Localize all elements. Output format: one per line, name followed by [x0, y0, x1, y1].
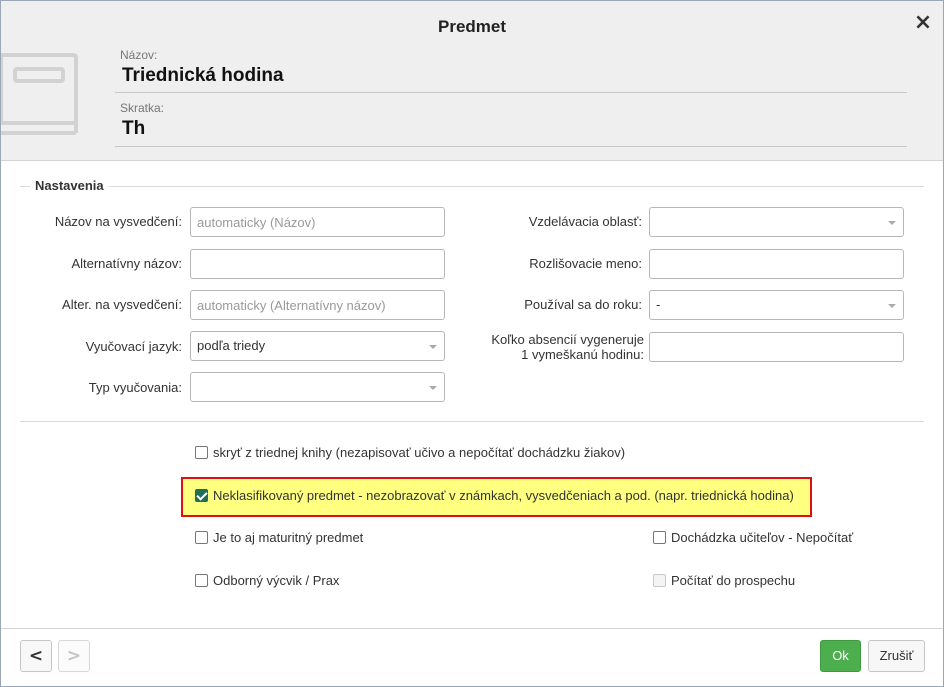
absences-label-line2: 1 vymeškanú hodinu: [521, 347, 644, 362]
alt-certificate-name-input[interactable] [190, 290, 445, 320]
vocational-training-checkbox[interactable] [195, 574, 208, 587]
next-button[interactable]: > [58, 640, 90, 672]
abbreviation-value[interactable]: Th [122, 118, 907, 140]
teacher-attendance-checkbox[interactable] [653, 531, 666, 544]
used-until-select[interactable]: - [649, 290, 904, 320]
chevron-down-icon [888, 221, 896, 225]
name-label: Názov: [120, 48, 158, 62]
absences-per-hour-label: Koľko absencií vygeneruje 1 vymeškanú ho… [451, 332, 644, 362]
vocational-training-option[interactable]: Odborný výcvik / Prax [195, 573, 339, 588]
name-field: Názov: Triednická hodina [115, 48, 907, 93]
unclassified-option[interactable]: Neklasifikovaný predmet - nezobrazovať v… [195, 488, 794, 503]
alt-certificate-name-label: Alter. na vysvedčení: [62, 297, 182, 312]
maturita-checkbox[interactable] [195, 531, 208, 544]
education-area-select[interactable] [649, 207, 904, 237]
distinguishing-name-input[interactable] [649, 249, 904, 279]
count-in-results-option: Počítať do prospechu [653, 573, 795, 588]
count-in-results-checkbox [653, 574, 666, 587]
options-divider [20, 421, 924, 422]
maturita-option[interactable]: Je to aj maturitný predmet [195, 530, 363, 545]
dialog-title: Predmet [437, 17, 507, 36]
abbreviation-label: Skratka: [120, 101, 165, 115]
unclassified-label: Neklasifikovaný predmet - nezobrazovať v… [213, 488, 794, 503]
subject-dialog: Predmet × Názov: Triednická hodina Skrat… [0, 0, 944, 687]
education-area-label: Vzdelávacia oblasť: [528, 214, 642, 229]
teacher-attendance-label: Dochádzka učiteľov - Nepočítať [671, 530, 854, 545]
vocational-training-label: Odborný výcvik / Prax [213, 573, 340, 588]
absences-label-line1: Koľko absencií vygeneruje [491, 332, 644, 347]
hide-from-class-book-label: skryť z triednej knihy (nezapisovať učiv… [213, 445, 626, 460]
alt-name-label: Alternatívny názov: [71, 256, 182, 271]
alt-name-input[interactable] [190, 249, 445, 279]
distinguishing-name-label: Rozlišovacie meno: [529, 256, 642, 271]
close-icon[interactable]: × [913, 12, 933, 34]
absences-per-hour-input[interactable] [649, 332, 904, 362]
certificate-name-input[interactable] [190, 207, 445, 237]
teaching-type-label: Typ vyučovania: [88, 380, 182, 395]
ok-button[interactable]: Ok [820, 640, 861, 672]
teaching-language-select[interactable]: podľa triedy [190, 331, 445, 361]
teacher-attendance-option[interactable]: Dochádzka učiteľov - Nepočítať [653, 530, 853, 545]
name-value[interactable]: Triednická hodina [122, 65, 907, 87]
teaching-type-select[interactable] [190, 372, 445, 402]
hide-from-class-book-option[interactable]: skryť z triednej knihy (nezapisovať učiv… [195, 445, 625, 460]
teaching-language-label: Vyučovací jazyk: [85, 339, 182, 354]
chevron-down-icon [888, 304, 896, 308]
previous-button[interactable]: < [20, 640, 52, 672]
cancel-button[interactable]: Zrušiť [868, 640, 925, 672]
maturita-label: Je to aj maturitný predmet [213, 530, 364, 545]
used-until-label: Používal sa do roku: [524, 297, 642, 312]
abbreviation-field: Skratka: Th [115, 101, 907, 147]
chevron-down-icon [429, 386, 437, 390]
footer-divider [1, 628, 943, 629]
hide-from-class-book-checkbox[interactable] [195, 446, 208, 459]
count-in-results-label: Počítať do prospechu [671, 573, 796, 588]
settings-legend: Nastavenia [30, 178, 109, 193]
certificate-name-label: Názov na vysvedčení: [54, 214, 182, 229]
dialog-header: Predmet × Názov: Triednická hodina Skrat… [1, 1, 943, 161]
used-until-value: - [656, 297, 661, 312]
settings-divider [20, 186, 924, 187]
book-icon [1, 53, 78, 135]
chevron-down-icon [429, 345, 437, 349]
teaching-language-value: podľa triedy [197, 338, 266, 353]
unclassified-checkbox[interactable] [195, 489, 208, 502]
